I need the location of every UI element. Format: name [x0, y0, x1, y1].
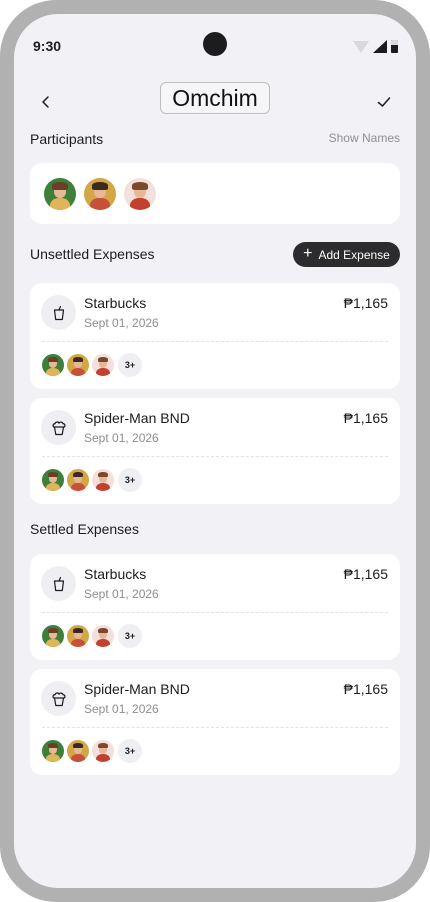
- back-button[interactable]: [30, 86, 62, 118]
- cup-icon: [41, 295, 76, 330]
- avatar: [41, 739, 65, 763]
- expense-participants: 3+: [41, 624, 142, 648]
- expense-amount: ₱1,165: [343, 566, 388, 582]
- expense-amount: ₱1,165: [343, 295, 388, 311]
- expense-card[interactable]: Starbucks Sept 01, 2026 ₱1,165 3+: [30, 554, 400, 660]
- expense-participants: 3+: [41, 353, 142, 377]
- expense-name: Spider-Man BND: [84, 681, 190, 697]
- more-participants-badge[interactable]: 3+: [118, 624, 142, 648]
- avatar: [91, 468, 115, 492]
- avatar: [41, 468, 65, 492]
- expense-date: Sept 01, 2026: [84, 702, 159, 716]
- expense-date: Sept 01, 2026: [84, 431, 159, 445]
- avatar[interactable]: [84, 178, 116, 210]
- popcorn-icon: [41, 410, 76, 445]
- avatar: [41, 624, 65, 648]
- wifi-icon: [353, 41, 369, 53]
- signal-icon: [373, 40, 387, 53]
- participant-avatars: [44, 178, 156, 210]
- avatar: [66, 624, 90, 648]
- plus-icon: +: [303, 245, 313, 262]
- avatar: [91, 353, 115, 377]
- expense-card[interactable]: Spider-Man BND Sept 01, 2026 ₱1,165 3+: [30, 398, 400, 504]
- avatar: [91, 624, 115, 648]
- avatar[interactable]: [124, 178, 156, 210]
- add-expense-button[interactable]: + Add Expense: [293, 242, 400, 267]
- expense-date: Sept 01, 2026: [84, 316, 159, 330]
- confirm-button[interactable]: [368, 86, 400, 118]
- avatar: [66, 468, 90, 492]
- avatar: [66, 353, 90, 377]
- expense-card[interactable]: Spider-Man BND Sept 01, 2026 ₱1,165 3+: [30, 669, 400, 775]
- avatar: [91, 739, 115, 763]
- expense-name: Starbucks: [84, 566, 147, 582]
- status-bar: 9:30: [14, 14, 416, 78]
- expense-name: Starbucks: [84, 295, 147, 311]
- expense-date: Sept 01, 2026: [84, 587, 159, 601]
- phone-frame: 9:30 Omchim Participants Show Names Unse…: [0, 0, 430, 902]
- popcorn-icon: [41, 681, 76, 716]
- add-expense-label: Add Expense: [318, 247, 390, 262]
- participants-card: [30, 163, 400, 224]
- expense-participants: 3+: [41, 739, 142, 763]
- app-screen: 9:30 Omchim Participants Show Names Unse…: [14, 14, 416, 888]
- more-participants-badge[interactable]: 3+: [118, 739, 142, 763]
- expense-participants: 3+: [41, 468, 142, 492]
- show-names-link[interactable]: Show Names: [329, 131, 400, 145]
- chevron-left-icon: [42, 96, 49, 108]
- expense-amount: ₱1,165: [343, 410, 388, 426]
- system-icons: [353, 40, 398, 53]
- avatar[interactable]: [44, 178, 76, 210]
- divider: [42, 727, 388, 728]
- expense-card[interactable]: Starbucks Sept 01, 2026 ₱1,165 3+: [30, 283, 400, 389]
- more-participants-badge[interactable]: 3+: [118, 468, 142, 492]
- divider: [42, 341, 388, 342]
- more-participants-badge[interactable]: 3+: [118, 353, 142, 377]
- settled-heading: Settled Expenses: [30, 521, 139, 537]
- camera-cutout: [203, 32, 227, 56]
- expense-name: Spider-Man BND: [84, 410, 190, 426]
- check-icon: [377, 97, 391, 107]
- divider: [42, 456, 388, 457]
- expense-amount: ₱1,165: [343, 681, 388, 697]
- unsettled-heading: Unsettled Expenses: [30, 246, 155, 262]
- cup-icon: [41, 566, 76, 601]
- avatar: [66, 739, 90, 763]
- participants-heading: Participants: [30, 131, 104, 147]
- status-time: 9:30: [33, 38, 62, 54]
- divider: [42, 612, 388, 613]
- group-title[interactable]: Omchim: [160, 82, 270, 114]
- battery-icon: [391, 40, 398, 53]
- avatar: [41, 353, 65, 377]
